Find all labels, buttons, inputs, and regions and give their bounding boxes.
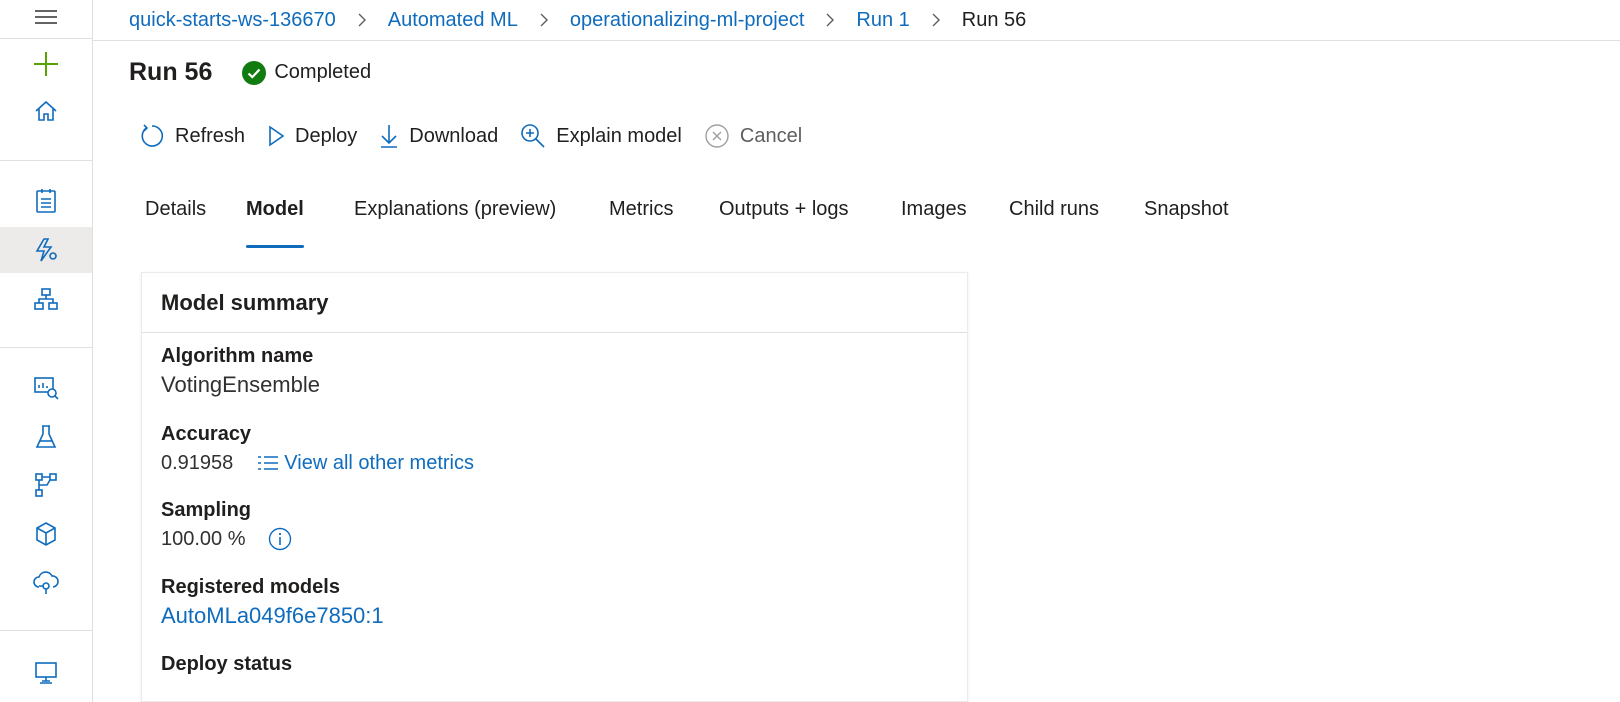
breadcrumb-workspace[interactable]: quick-starts-ws-136670 — [129, 9, 336, 32]
title-row: Run 56 Completed — [129, 58, 371, 87]
pipelines-icon[interactable] — [0, 462, 92, 508]
breadcrumb-experiment[interactable]: operationalizing-ml-project — [570, 9, 805, 32]
hamburger-menu-icon[interactable] — [0, 0, 92, 40]
rail-divider — [0, 630, 92, 631]
info-icon[interactable] — [268, 527, 292, 551]
breadcrumb-parent-run[interactable]: Run 1 — [856, 9, 909, 32]
accuracy-row: 0.91958 View all other metrics — [161, 447, 474, 479]
refresh-button[interactable]: Refresh — [139, 123, 245, 149]
rail-divider — [0, 160, 92, 161]
accuracy-field: Accuracy 0.91958 View all other metrics — [161, 421, 474, 479]
download-button[interactable]: Download — [379, 123, 498, 149]
model-summary-card: Model summary Algorithm name VotingEnsem… — [141, 272, 968, 702]
designer-icon[interactable] — [0, 276, 92, 322]
registered-models-label: Registered models — [161, 576, 340, 598]
rail-divider — [0, 347, 92, 348]
tab-outputs-logs[interactable]: Outputs + logs — [719, 198, 849, 248]
tab-images[interactable]: Images — [901, 198, 967, 248]
registered-models-field: Registered models AutoMLa049f6e7850:1 — [161, 574, 384, 632]
notebook-icon[interactable] — [0, 178, 92, 224]
compute-icon[interactable] — [0, 650, 92, 696]
tab-details[interactable]: Details — [145, 198, 206, 248]
deploy-status-label: Deploy status — [161, 653, 293, 675]
zoom-in-icon — [520, 123, 546, 149]
breadcrumb: quick-starts-ws-136670 Automated ML oper… — [93, 0, 1620, 41]
algorithm-label: Algorithm name — [161, 345, 314, 367]
deploy-label: Deploy — [295, 124, 358, 147]
tab-snapshot[interactable]: Snapshot — [1144, 198, 1229, 248]
breadcrumb-automl[interactable]: Automated ML — [388, 9, 518, 32]
chevron-right-icon — [931, 12, 941, 28]
explain-model-label: Explain model — [556, 124, 682, 147]
view-all-metrics-link[interactable]: View all other metrics — [257, 447, 474, 479]
endpoints-icon[interactable] — [0, 559, 92, 605]
sampling-row: 100.00 % — [161, 523, 292, 555]
download-icon — [379, 123, 399, 149]
registered-model-link[interactable]: AutoMLa049f6e7850:1 — [161, 600, 384, 632]
status-badge: Completed — [242, 60, 372, 85]
rail-divider — [0, 38, 92, 39]
tab-child-runs[interactable]: Child runs — [1009, 198, 1099, 248]
accuracy-label: Accuracy — [161, 423, 252, 445]
page-title: Run 56 — [129, 58, 213, 86]
accuracy-value: 0.91958 — [161, 452, 234, 474]
chevron-right-icon — [539, 12, 549, 28]
card-heading: Model summary — [142, 273, 967, 333]
automl-icon[interactable] — [0, 227, 92, 273]
download-label: Download — [409, 124, 499, 147]
explain-model-button[interactable]: Explain model — [520, 123, 682, 149]
deploy-status-field: Deploy status — [161, 651, 292, 677]
cancel-label: Cancel — [739, 124, 803, 147]
tab-model[interactable]: Model — [246, 198, 304, 248]
refresh-icon — [139, 123, 165, 149]
chevron-right-icon — [825, 12, 835, 28]
sampling-value: 100.00 % — [161, 528, 246, 550]
datasets-icon[interactable] — [0, 365, 92, 411]
cancel-circle-icon — [704, 123, 730, 149]
bulleted-list-icon — [258, 456, 279, 470]
cancel-button[interactable]: Cancel — [704, 123, 802, 149]
algorithm-field: Algorithm name VotingEnsemble — [161, 343, 320, 401]
left-nav-rail — [0, 0, 93, 702]
experiments-icon[interactable] — [0, 414, 92, 460]
models-icon[interactable] — [0, 511, 92, 557]
tab-explanations[interactable]: Explanations (preview) — [354, 198, 556, 248]
tab-metrics[interactable]: Metrics — [609, 198, 673, 248]
algorithm-value: VotingEnsemble — [161, 372, 320, 397]
deploy-button[interactable]: Deploy — [267, 125, 357, 148]
checkmark-circle-icon — [242, 60, 267, 85]
breadcrumb-current-run: Run 56 — [961, 8, 1027, 31]
refresh-label: Refresh — [175, 124, 246, 147]
plus-icon[interactable] — [0, 41, 92, 87]
chevron-right-icon — [357, 12, 367, 28]
command-toolbar: Refresh Deploy Download Explain model Ca… — [139, 118, 824, 154]
view-all-metrics-label: View all other metrics — [284, 452, 474, 474]
play-icon — [267, 125, 285, 147]
status-text: Completed — [274, 61, 372, 83]
sampling-field: Sampling 100.00 % — [161, 497, 292, 555]
home-icon[interactable] — [0, 88, 92, 134]
sampling-label: Sampling — [161, 499, 252, 521]
